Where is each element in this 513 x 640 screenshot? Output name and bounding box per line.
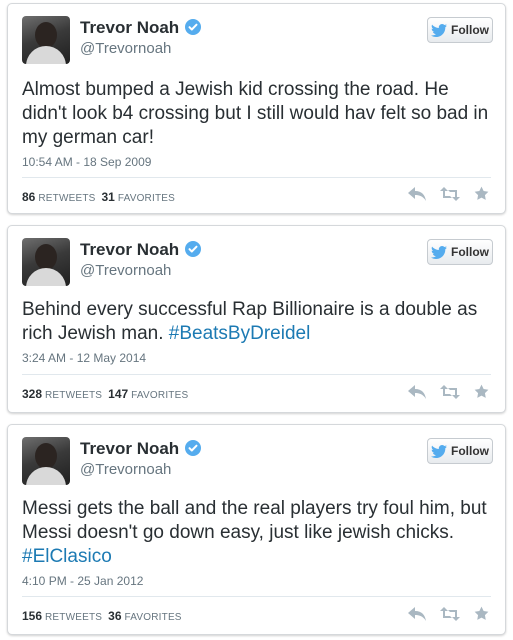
follow-button[interactable]: Follow [427, 239, 493, 265]
user-handle[interactable]: @Trevornoah [80, 40, 171, 57]
divider [22, 374, 491, 375]
tweet-text: Almost bumped a Jewish kid crossing the … [22, 78, 491, 150]
tweet-stats: 86 RETWEETS 31 FAVORITES [22, 190, 175, 204]
retweet-icon[interactable] [440, 186, 460, 201]
favorite-label: FAVORITES [124, 612, 182, 623]
user-handle[interactable]: @Trevornoah [80, 461, 171, 478]
retweet-label: RETWEETS [38, 193, 96, 204]
reply-icon[interactable] [408, 384, 426, 399]
hashtag-link[interactable]: #ElClasico [22, 546, 112, 567]
favorite-count[interactable]: 147 [108, 387, 128, 401]
divider [22, 177, 491, 178]
tweet-card: Trevor Noah @Trevornoah Follow Almost bu… [7, 3, 506, 214]
twitter-bird-icon [431, 245, 447, 259]
avatar[interactable] [22, 238, 70, 286]
reply-icon[interactable] [408, 186, 426, 201]
tweet-stats: 156 RETWEETS 36 FAVORITES [22, 609, 182, 623]
reply-icon[interactable] [408, 606, 426, 621]
tweet-timestamp[interactable]: 10:54 AM - 18 Sep 2009 [22, 155, 151, 169]
twitter-bird-icon [431, 444, 447, 458]
follow-label: Follow [451, 245, 489, 259]
tweet-card: Trevor Noah @Trevornoah Follow Messi get… [7, 424, 506, 635]
tweet-actions [408, 384, 489, 399]
avatar[interactable] [22, 16, 70, 64]
retweet-count[interactable]: 328 [22, 387, 42, 401]
tweet-timestamp[interactable]: 3:24 AM - 12 May 2014 [22, 351, 146, 365]
tweet-text: Messi gets the ball and the real players… [22, 497, 491, 569]
twitter-bird-icon [431, 23, 447, 37]
retweet-label: RETWEETS [45, 390, 103, 401]
tweet-text-body: Almost bumped a Jewish kid crossing the … [22, 79, 489, 148]
retweet-count[interactable]: 156 [22, 609, 42, 623]
user-name[interactable]: Trevor Noah [80, 18, 202, 38]
tweet-timestamp[interactable]: 4:10 PM - 25 Jan 2012 [22, 574, 143, 588]
retweet-count[interactable]: 86 [22, 190, 35, 204]
verified-badge-icon [185, 440, 202, 456]
hashtag-link[interactable]: #BeatsByDreidel [169, 323, 311, 344]
tweet-text: Behind every successful Rap Billionaire … [22, 298, 491, 346]
tweet-actions [408, 606, 489, 621]
star-icon[interactable] [474, 186, 489, 201]
tweet-stats: 328 RETWEETS 147 FAVORITES [22, 387, 188, 401]
star-icon[interactable] [474, 384, 489, 399]
divider [22, 596, 491, 597]
star-icon[interactable] [474, 606, 489, 621]
favorite-label: FAVORITES [117, 193, 176, 204]
follow-label: Follow [451, 444, 489, 458]
avatar[interactable] [22, 437, 70, 485]
favorite-count[interactable]: 36 [108, 609, 121, 623]
follow-label: Follow [451, 23, 489, 37]
user-name[interactable]: Trevor Noah [80, 439, 202, 459]
verified-badge-icon [185, 19, 202, 35]
favorite-label: FAVORITES [131, 390, 189, 401]
tweet-text-body: Messi gets the ball and the real players… [22, 498, 487, 543]
favorite-count[interactable]: 31 [101, 190, 114, 204]
verified-badge-icon [185, 241, 202, 257]
retweet-icon[interactable] [440, 384, 460, 399]
retweet-label: RETWEETS [45, 612, 103, 623]
follow-button[interactable]: Follow [427, 438, 493, 464]
tweet-actions [408, 186, 489, 201]
user-name[interactable]: Trevor Noah [80, 240, 202, 260]
tweet-card: Trevor Noah @Trevornoah Follow Behind ev… [7, 225, 506, 413]
follow-button[interactable]: Follow [427, 17, 493, 43]
retweet-icon[interactable] [440, 606, 460, 621]
user-handle[interactable]: @Trevornoah [80, 262, 171, 279]
